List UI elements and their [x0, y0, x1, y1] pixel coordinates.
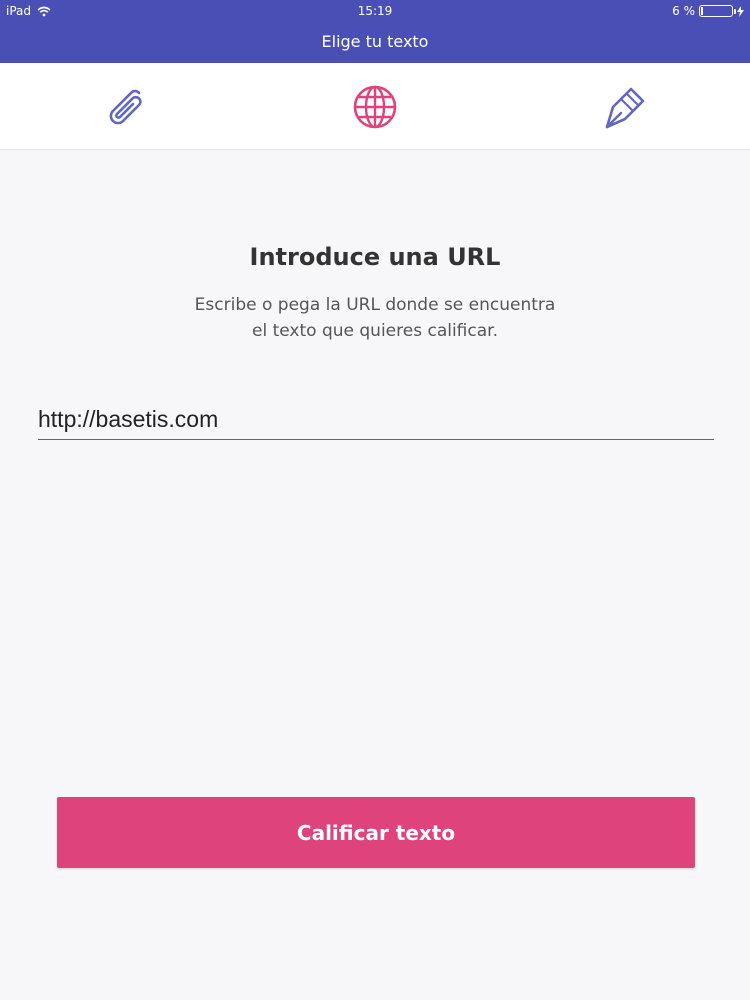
instructions-line-2: el texto que quieres calificar. — [252, 321, 498, 341]
battery-icon — [699, 5, 736, 17]
top-bar: iPad 15:19 6 % Elige tu texto — [0, 0, 750, 63]
page-title: Elige tu texto — [321, 32, 429, 51]
battery-percent: 6 % — [672, 4, 695, 18]
pen-nib-icon — [605, 87, 645, 128]
paperclip-icon — [109, 89, 142, 124]
tab-write[interactable] — [500, 63, 750, 150]
rate-text-button[interactable]: Calificar texto — [57, 797, 695, 868]
globe-icon — [353, 85, 397, 128]
clock: 15:19 — [357, 4, 393, 18]
url-input[interactable] — [38, 400, 714, 440]
status-bar: iPad 15:19 6 % — [0, 0, 750, 22]
instructions-line-1: Escribe o pega la URL donde se encuentra — [194, 295, 556, 315]
charging-icon — [737, 5, 744, 17]
section-heading: Introduce una URL — [249, 243, 501, 271]
tab-file[interactable] — [0, 63, 250, 150]
instructions: Escribe o pega la URL donde se encuentra… — [175, 292, 575, 344]
source-tab-bar — [0, 63, 750, 150]
tab-url[interactable] — [250, 63, 500, 150]
